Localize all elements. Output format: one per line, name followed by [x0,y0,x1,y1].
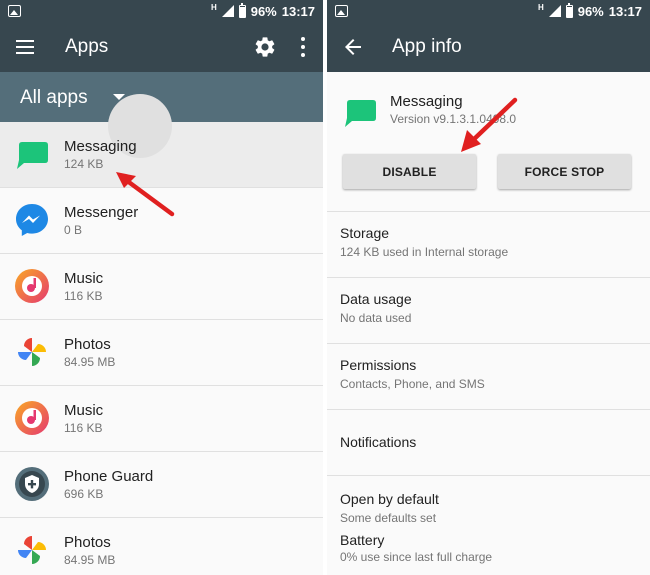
back-arrow-icon[interactable] [341,35,365,59]
setting-title: Notifications [340,434,417,450]
setting-data-usage[interactable]: Data usage No data used [327,278,650,344]
filter-dropdown-label[interactable]: All apps [20,87,88,109]
app-info-screen: H 96% 13:17 App info Messaging Version v… [327,0,650,575]
app-name: Music [64,402,104,419]
app-bar: App info [327,22,650,72]
clock: 13:17 [608,3,642,19]
app-bar: Apps [0,22,323,72]
gear-icon[interactable] [253,35,277,59]
setting-title: Battery [340,532,385,548]
setting-title: Data usage [340,291,412,307]
battery-percent: 96% [250,3,277,19]
app-row-photos[interactable]: Photos 84.95 MB [0,518,323,575]
app-name: Photos [64,534,111,551]
app-row-photos[interactable]: Photos 84.95 MB [0,320,323,386]
app-size: 116 KB [64,289,103,303]
app-size: 696 KB [64,487,104,501]
status-bar: H 96% 13:17 [327,0,650,22]
more-options-icon[interactable] [296,37,310,57]
battery-icon [565,2,573,18]
shield-icon [15,467,49,501]
app-name: Messaging [64,138,137,155]
menu-icon[interactable] [16,40,34,54]
messaging-icon [345,100,376,127]
app-row-phone-guard[interactable]: Phone Guard 696 KB [0,452,323,518]
network-type: H [537,2,544,12]
app-name: Photos [64,336,111,353]
music-icon [15,401,49,435]
photos-icon [18,338,46,366]
setting-title: Permissions [340,357,417,373]
app-size: 116 KB [64,421,103,435]
app-row-music[interactable]: Music 116 KB [0,386,323,452]
setting-subtitle: 0% use since last full charge [340,550,493,564]
setting-permissions[interactable]: Permissions Contacts, Phone, and SMS [327,344,650,410]
setting-title: Open by default [340,491,439,507]
setting-storage[interactable]: Storage 124 KB used in Internal storage [327,212,650,278]
app-row-music[interactable]: Music 116 KB [0,254,323,320]
app-size: 124 KB [64,157,104,171]
clock: 13:17 [281,3,315,19]
photos-icon [18,536,46,564]
setting-subtitle: Contacts, Phone, and SMS [340,377,485,391]
messaging-icon [17,142,48,169]
signal-icon [221,5,234,17]
network-type: H [210,2,217,12]
app-size: 0 B [64,223,83,237]
signal-icon [548,5,561,17]
setting-subtitle: 124 KB used in Internal storage [340,245,509,259]
music-icon [15,269,49,303]
page-title: App info [392,36,462,57]
setting-subtitle: No data used [340,311,412,325]
app-name: Messaging [390,93,463,110]
annotation-arrow [116,172,175,217]
app-name: Phone Guard [64,468,154,485]
setting-battery[interactable]: Battery 0% use since last full charge [327,522,650,575]
app-size: 84.95 MB [64,355,116,369]
page-title: Apps [65,36,109,57]
status-bar: H 96% 13:17 [0,0,323,22]
battery-percent: 96% [577,3,604,19]
image-notification-icon [8,5,21,17]
setting-title: Storage [340,225,390,241]
setting-notifications[interactable]: Notifications [327,410,650,476]
apps-screen: H 96% 13:17 Apps All apps Messaging 124 … [0,0,323,575]
battery-icon [238,2,246,18]
image-notification-icon [335,5,348,17]
annotation-arrow [461,97,518,152]
messenger-icon [16,204,48,236]
app-name: Music [64,270,104,287]
app-size: 84.95 MB [64,553,116,567]
